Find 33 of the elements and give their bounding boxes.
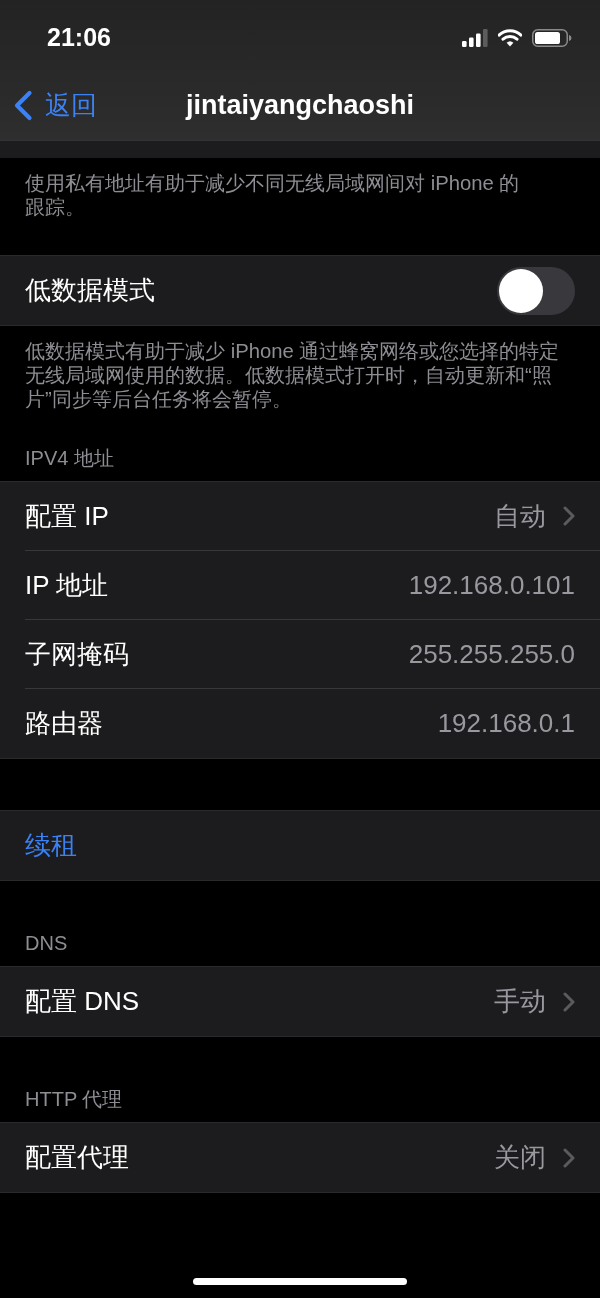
settings-row[interactable]: 配置 IP 自动 bbox=[0, 482, 600, 551]
settings-row[interactable]: 配置代理 关闭 bbox=[0, 1123, 600, 1192]
chevron-right-icon bbox=[563, 1147, 575, 1168]
signal-icon bbox=[462, 29, 488, 47]
section-header: DNS bbox=[25, 932, 69, 954]
wifi-icon bbox=[498, 29, 522, 47]
row-value: 手动 bbox=[494, 985, 546, 1018]
renew-lease-button[interactable]: 续租 bbox=[0, 811, 600, 880]
section-header: IPV4 地址 bbox=[25, 447, 115, 469]
chevron-right-icon bbox=[563, 506, 575, 526]
settings-row[interactable]: 配置 DNS 手动 bbox=[0, 967, 600, 1036]
row-label: 子网掩码 bbox=[25, 637, 129, 671]
row-value: 关闭 bbox=[494, 1141, 546, 1174]
row-label: IP 地址 bbox=[25, 568, 109, 602]
row-label: 配置 IP bbox=[25, 499, 109, 533]
chevron-right-icon bbox=[563, 991, 575, 1012]
section-footer: 低数据模式有助于减少 iPhone 通过蜂窝网络或您选择的特定无线局域网使用的数据。低数据模式打开时，自动更新和“照片”同步等后台任务将会暂停。 bbox=[25, 339, 575, 411]
status-time: 21:06 bbox=[47, 22, 111, 54]
row-value: 自动 bbox=[494, 499, 546, 533]
row-value: 192.168.0.101 bbox=[408, 568, 575, 602]
chevron-left-icon bbox=[13, 89, 33, 121]
navigation-title: jintaiyangchaoshi bbox=[185, 88, 415, 122]
row-label: 低数据模式 bbox=[25, 274, 155, 307]
battery-icon bbox=[532, 29, 572, 47]
row-value: 192.168.0.1 bbox=[437, 707, 575, 740]
row-label: 配置 DNS bbox=[25, 985, 140, 1018]
toggle-switch[interactable] bbox=[497, 266, 575, 315]
section-header: HTTP 代理 bbox=[25, 1088, 124, 1110]
row-label: 路由器 bbox=[25, 707, 103, 740]
row-label: 配置代理 bbox=[25, 1141, 129, 1174]
back-button[interactable]: 返回 bbox=[0, 85, 97, 125]
row-value: 255.255.255.0 bbox=[408, 637, 575, 671]
section-footer: 使用私有地址有助于减少不同无线局域网间对 iPhone 的跟踪。 bbox=[25, 171, 575, 219]
